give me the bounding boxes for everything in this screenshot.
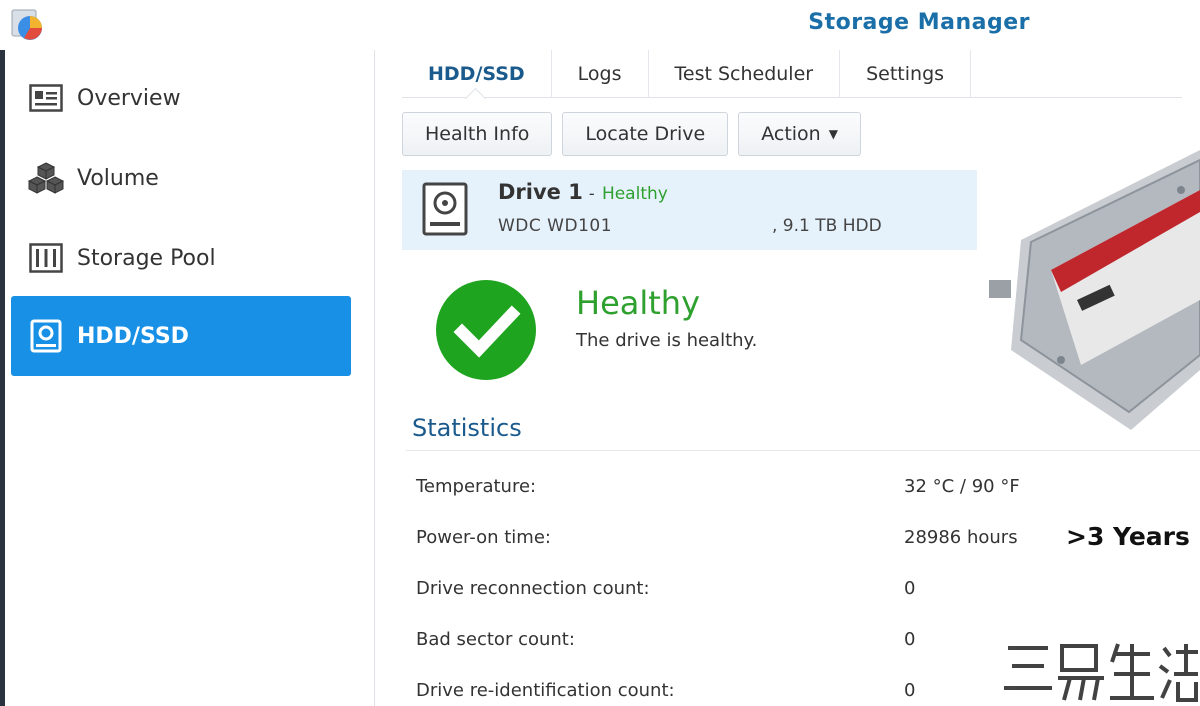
drive-capacity: , 9.1 TB HDD xyxy=(772,216,882,236)
stat-value: 32 °C / 90 °F xyxy=(904,476,1020,497)
stat-label: Drive re-identification count: xyxy=(416,680,675,701)
hard-drive-photo xyxy=(989,150,1200,430)
tab-test-scheduler[interactable]: Test Scheduler xyxy=(649,50,841,98)
sidebar-item-storage-pool[interactable]: Storage Pool xyxy=(11,218,351,298)
overview-icon xyxy=(27,79,65,117)
main-panel: HDD/SSD Logs Test Scheduler Settings Hea… xyxy=(376,50,1200,706)
watermark-logo xyxy=(1004,643,1198,702)
statistics-heading: Statistics xyxy=(412,414,522,442)
drive-separator: - xyxy=(588,184,595,203)
caret-down-icon: ▼ xyxy=(828,127,838,141)
storage-manager-app-icon xyxy=(11,9,42,40)
window-title: Storage Manager xyxy=(808,10,1030,35)
stat-label: Bad sector count: xyxy=(416,629,575,650)
sidebar-item-label: Storage Pool xyxy=(77,245,216,271)
drive-status: Healthy xyxy=(601,184,668,204)
sidebar-item-overview[interactable]: Overview xyxy=(11,58,351,138)
stat-value: 28986 hours xyxy=(904,527,1018,548)
sidebar-item-volume[interactable]: Volume xyxy=(11,138,351,218)
sidebar-item-label: Overview xyxy=(77,85,181,111)
drive-list-item[interactable]: Drive 1- Healthy WDC WD101 , 9.1 TB HDD xyxy=(402,170,977,250)
volume-icon xyxy=(27,159,65,197)
health-status-title: Healthy xyxy=(576,284,701,322)
sidebar-item-hdd-ssd[interactable]: HDD/SSD xyxy=(11,296,351,376)
title-bar: Storage Manager xyxy=(0,0,1200,50)
health-info-button[interactable]: Health Info xyxy=(402,112,553,156)
health-status-description: The drive is healthy. xyxy=(576,330,758,351)
storage-pool-icon xyxy=(27,239,65,277)
stat-value: 0 xyxy=(904,578,916,599)
drive-model: WDC WD101 xyxy=(498,216,613,236)
stat-label: Power-on time: xyxy=(416,527,551,548)
hdd-icon xyxy=(27,317,65,355)
divider xyxy=(406,450,1200,451)
toolbar: Health Info Locate Drive Action ▼ xyxy=(402,112,861,156)
stat-row-temperature: Temperature: 32 °C / 90 °F xyxy=(416,476,1176,506)
button-label: Health Info xyxy=(425,123,530,145)
tab-bar: HDD/SSD Logs Test Scheduler Settings xyxy=(402,50,1182,98)
action-dropdown-button[interactable]: Action ▼ xyxy=(738,112,861,156)
stat-label: Drive reconnection count: xyxy=(416,578,650,599)
locate-drive-button[interactable]: Locate Drive xyxy=(562,112,729,156)
tab-settings[interactable]: Settings xyxy=(840,50,972,98)
drive-name: Drive 1 xyxy=(498,180,583,204)
stat-value: 0 xyxy=(904,680,916,701)
power-on-annotation: >3 Years xyxy=(1066,522,1190,551)
drive-title: Drive 1- Healthy xyxy=(498,180,668,204)
stat-row-reconnection-count: Drive reconnection count: 0 xyxy=(416,578,1176,608)
sidebar-item-label: HDD/SSD xyxy=(77,323,189,349)
stat-row-power-on-time: Power-on time: 28986 hours xyxy=(416,527,1176,557)
hard-drive-icon xyxy=(422,182,468,236)
healthy-check-icon xyxy=(436,280,536,380)
stat-label: Temperature: xyxy=(416,476,537,497)
sidebar-item-label: Volume xyxy=(77,165,159,191)
button-label: Locate Drive xyxy=(585,123,706,145)
tab-logs[interactable]: Logs xyxy=(552,50,649,98)
stat-value: 0 xyxy=(904,629,916,650)
button-label: Action xyxy=(761,123,821,145)
sidebar: Overview Volume Storage Pool HDD/SSD xyxy=(5,50,375,706)
tab-hdd-ssd[interactable]: HDD/SSD xyxy=(402,50,552,98)
